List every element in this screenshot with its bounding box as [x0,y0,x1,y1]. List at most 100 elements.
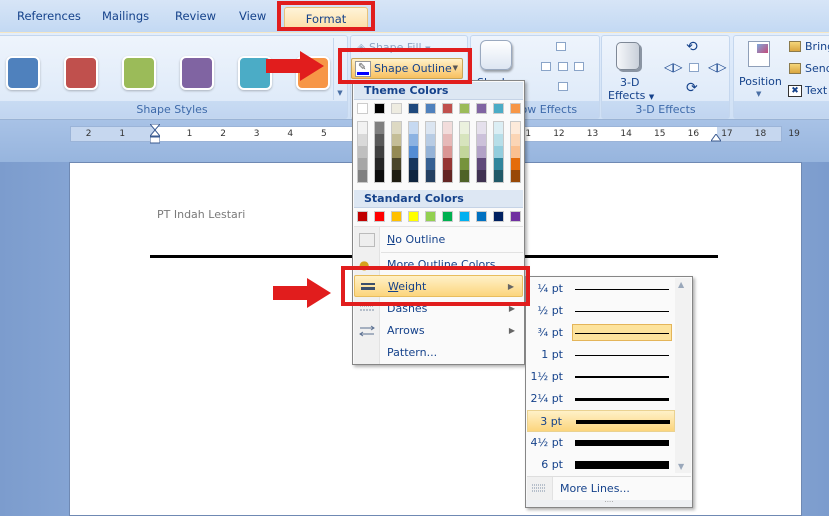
standard-color-swatch[interactable] [425,211,436,222]
theme-shade-swatch[interactable] [460,146,469,158]
tilt-up-icon[interactable]: ⟲ [686,39,698,55]
tab-format[interactable]: Format [284,7,368,31]
theme-shade-swatch[interactable] [392,134,401,146]
shape-style-swatch[interactable] [180,56,214,90]
theme-color-swatch[interactable] [510,103,521,114]
tilt-down-icon[interactable]: ⟳ [686,80,698,96]
theme-shade-swatch[interactable] [409,134,418,146]
theme-shade-swatch[interactable] [477,170,486,182]
shape-outline-button[interactable]: ✎ Shape Outline ▼ [351,58,463,79]
send-backward-button[interactable]: Send [805,62,829,75]
theme-shade-swatch[interactable] [358,146,367,158]
weight-option[interactable]: ¾ pt [527,322,675,344]
theme-shade-swatch[interactable] [460,158,469,170]
theme-shade-swatch[interactable] [477,146,486,158]
weight-option[interactable]: 1 pt [527,344,675,366]
standard-color-swatch[interactable] [442,211,453,222]
theme-shade-swatch[interactable] [426,122,435,134]
scroll-down-icon[interactable]: ▼ [678,462,684,471]
theme-shade-swatch[interactable] [392,146,401,158]
theme-shade-swatch[interactable] [392,122,401,134]
right-indent-marker[interactable] [710,132,722,145]
nudge-shadow-up-icon[interactable] [556,42,566,51]
theme-color-swatch[interactable] [425,103,436,114]
weight-option[interactable]: 2¼ pt [527,388,675,410]
shadow-toggle-icon[interactable] [558,62,568,71]
position-label[interactable]: Position [739,75,782,88]
theme-shade-swatch[interactable] [426,170,435,182]
theme-shade-swatch[interactable] [409,146,418,158]
shape-style-swatch[interactable] [64,56,98,90]
submenu-scrollbar[interactable]: ▲ ▼ [675,278,691,473]
standard-color-swatch[interactable] [408,211,419,222]
position-icon[interactable] [748,41,770,67]
theme-shade-swatch[interactable] [511,134,520,146]
theme-shade-swatch[interactable] [358,122,367,134]
theme-shade-swatch[interactable] [460,170,469,182]
theme-shade-swatch[interactable] [409,170,418,182]
standard-color-swatch[interactable] [374,211,385,222]
theme-shade-swatch[interactable] [494,146,503,158]
standard-color-swatch[interactable] [493,211,504,222]
theme-shade-swatch[interactable] [358,170,367,182]
3d-toggle-icon[interactable] [689,63,699,72]
shadow-button[interactable] [480,40,512,70]
more-outline-colors-item[interactable]: ● More Outline Colors... [354,254,523,276]
theme-shade-swatch[interactable] [443,158,452,170]
theme-color-swatch[interactable] [408,103,419,114]
theme-shade-swatch[interactable] [375,134,384,146]
first-line-indent-marker[interactable] [148,123,162,144]
pattern-item[interactable]: Pattern... [354,342,523,364]
tilt-right-icon[interactable]: ◁▷ [708,60,726,74]
theme-shade-swatch[interactable] [460,122,469,134]
theme-shade-swatch[interactable] [409,122,418,134]
theme-shade-swatch[interactable] [511,158,520,170]
standard-color-swatch[interactable] [357,211,368,222]
theme-shade-swatch[interactable] [443,134,452,146]
nudge-shadow-right-icon[interactable] [574,62,584,71]
3d-effects-btn-line1[interactable]: 3-D [620,76,639,89]
theme-color-swatch[interactable] [391,103,402,114]
arrows-item[interactable]: Arrows ▶ [354,320,523,342]
text-wrapping-button[interactable]: Text [805,84,827,97]
theme-shade-swatch[interactable] [443,170,452,182]
standard-color-swatch[interactable] [476,211,487,222]
theme-shade-swatch[interactable] [494,134,503,146]
theme-shade-swatch[interactable] [358,134,367,146]
no-outline-item[interactable]: No Outline [354,229,523,251]
tilt-left-icon[interactable]: ◁▷ [664,60,682,74]
bring-forward-button[interactable]: Bring [805,40,829,53]
weight-option[interactable]: 3 pt [527,410,675,432]
header-company-name[interactable]: PT Indah Lestari [157,208,245,221]
theme-shade-swatch[interactable] [392,170,401,182]
theme-shade-swatch[interactable] [392,158,401,170]
theme-shade-swatch[interactable] [426,134,435,146]
resize-grip[interactable]: ···· [526,499,692,507]
theme-shade-swatch[interactable] [477,122,486,134]
standard-color-swatch[interactable] [391,211,402,222]
tab-references[interactable]: References [17,9,81,23]
weight-option[interactable]: 1½ pt [527,366,675,388]
weight-option[interactable]: ¼ pt [527,278,675,300]
tab-mailings[interactable]: Mailings [102,9,149,23]
shape-fill-button[interactable]: ◈ Shape Fill ▼ [357,41,431,54]
theme-shade-swatch[interactable] [409,158,418,170]
theme-shade-swatch[interactable] [460,134,469,146]
standard-color-swatch[interactable] [459,211,470,222]
theme-shade-swatch[interactable] [477,158,486,170]
theme-shade-swatch[interactable] [494,158,503,170]
theme-color-swatch[interactable] [476,103,487,114]
theme-shade-swatch[interactable] [358,158,367,170]
theme-color-swatch[interactable] [357,103,368,114]
theme-color-swatch[interactable] [442,103,453,114]
theme-shade-swatch[interactable] [426,146,435,158]
theme-shade-swatch[interactable] [426,158,435,170]
nudge-shadow-down-icon[interactable] [558,82,568,91]
theme-shade-swatch[interactable] [511,146,520,158]
tab-view[interactable]: View [239,9,266,23]
weight-option[interactable]: 4½ pt [527,432,675,454]
tab-review[interactable]: Review [175,9,216,23]
theme-color-swatch[interactable] [459,103,470,114]
theme-shade-swatch[interactable] [494,122,503,134]
dashes-item[interactable]: Dashes ▶ [354,298,523,320]
